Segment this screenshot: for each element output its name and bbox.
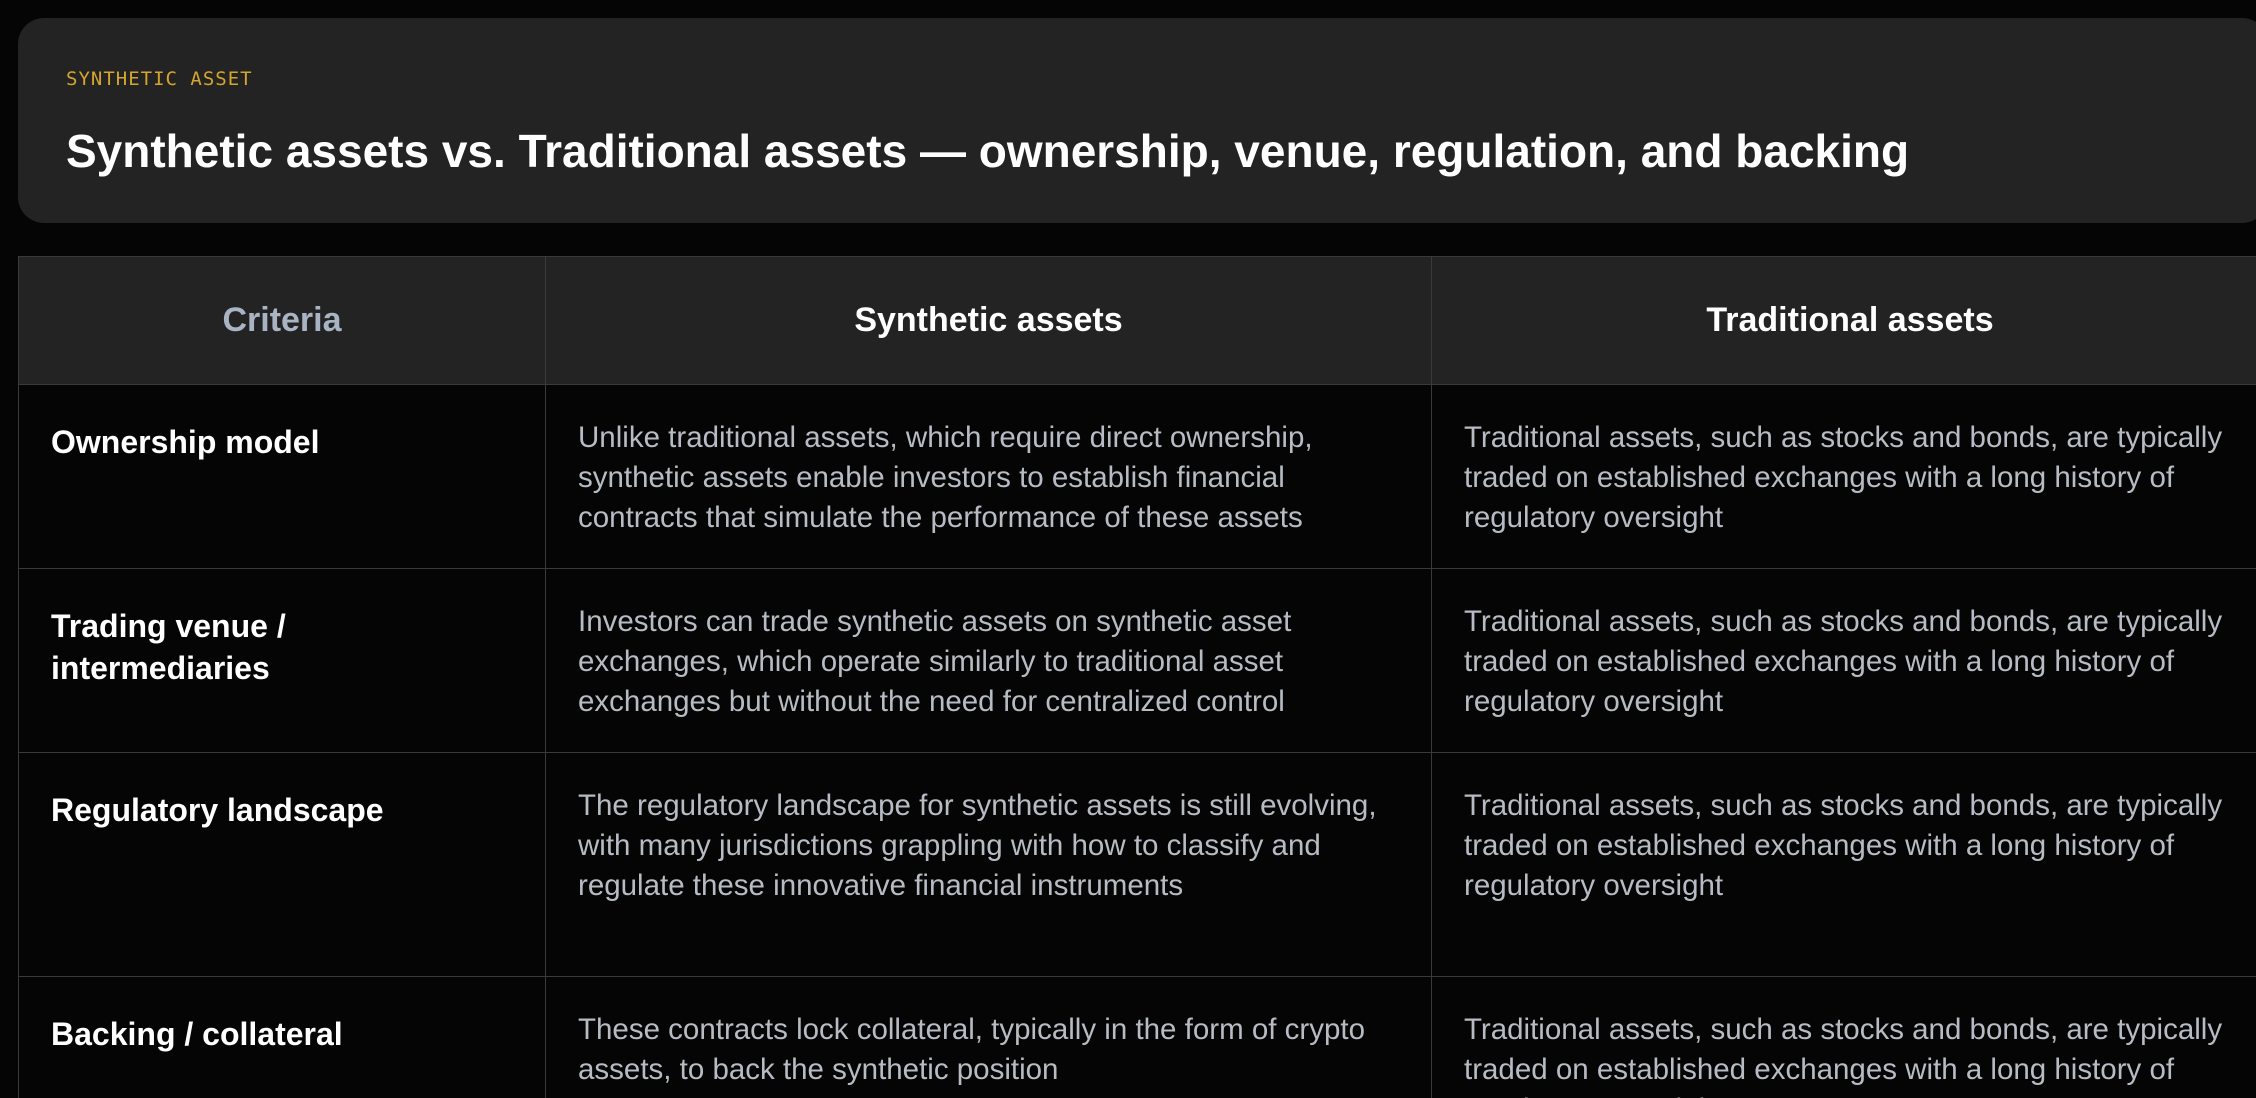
- comparison-table: Criteria Synthetic assets Traditional as…: [18, 256, 2256, 1098]
- table-row: Trading venue / intermediaries Investors…: [18, 568, 2256, 753]
- traditional-cell: Traditional assets, such as stocks and b…: [1431, 752, 2256, 977]
- synthetic-cell: These contracts lock collateral, typical…: [545, 976, 1432, 1098]
- table-row: Backing / collateral These contracts loc…: [18, 976, 2256, 1098]
- criteria-cell: Ownership model: [18, 384, 546, 569]
- table-row: Ownership model Unlike traditional asset…: [18, 384, 2256, 569]
- criteria-cell: Backing / collateral: [18, 976, 546, 1098]
- synthetic-cell: The regulatory landscape for synthetic a…: [545, 752, 1432, 977]
- page-title: Synthetic assets vs. Traditional assets …: [66, 125, 1910, 177]
- table-row: Regulatory landscape The regulatory land…: [18, 752, 2256, 977]
- traditional-cell: Traditional assets, such as stocks and b…: [1431, 568, 2256, 753]
- traditional-cell: Traditional assets, such as stocks and b…: [1431, 976, 2256, 1098]
- header-card: SYNTHETIC ASSET Synthetic assets vs. Tra…: [18, 18, 2256, 223]
- column-header-synthetic: Synthetic assets: [545, 256, 1432, 385]
- table-header-row: Criteria Synthetic assets Traditional as…: [18, 256, 2256, 385]
- column-header-traditional: Traditional assets: [1431, 256, 2256, 385]
- column-header-criteria: Criteria: [18, 256, 546, 385]
- criteria-cell: Regulatory landscape: [18, 752, 546, 977]
- traditional-cell: Traditional assets, such as stocks and b…: [1431, 384, 2256, 569]
- eyebrow-label: SYNTHETIC ASSET: [66, 68, 253, 90]
- criteria-cell: Trading venue / intermediaries: [18, 568, 546, 753]
- synthetic-cell: Unlike traditional assets, which require…: [545, 384, 1432, 569]
- synthetic-cell: Investors can trade synthetic assets on …: [545, 568, 1432, 753]
